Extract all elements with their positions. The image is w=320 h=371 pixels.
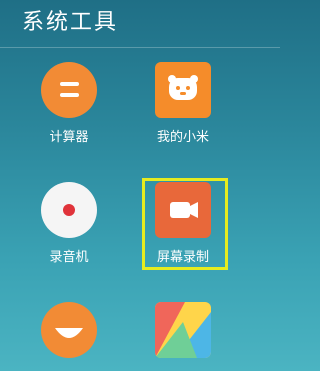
app-calculator[interactable]: 计算器 [24, 62, 114, 145]
app-recorder[interactable]: 录音机 [24, 182, 114, 265]
divider [0, 47, 280, 48]
app-mi[interactable]: 我的小米 [138, 62, 228, 145]
record-icon [41, 182, 97, 238]
smile-face-icon [41, 302, 97, 358]
theme-icon [155, 302, 211, 358]
folder-title: 系统工具 [22, 10, 119, 35]
mi-bear-icon [155, 62, 211, 118]
app-label: 计算器 [49, 130, 89, 145]
app-label: 我的小米 [156, 130, 209, 145]
app-label: 录音机 [49, 250, 89, 265]
highlight-box [142, 178, 228, 270]
app-face[interactable] [24, 302, 114, 358]
calculator-icon [41, 62, 97, 118]
app-theme[interactable] [138, 302, 228, 358]
